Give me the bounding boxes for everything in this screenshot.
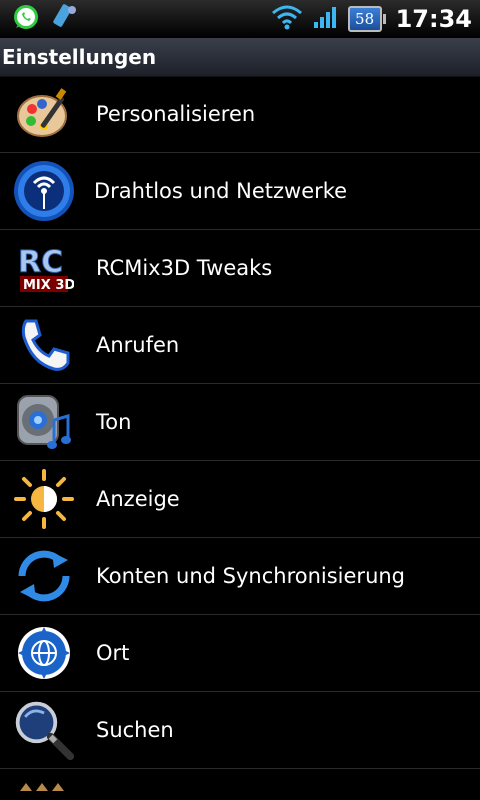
apps-icon <box>12 769 76 799</box>
phone-icon <box>12 313 76 377</box>
page-title: Einstellungen <box>2 45 157 69</box>
sync-icon <box>12 544 76 608</box>
settings-item-label: Ton <box>96 410 132 434</box>
rcmix-logo-icon: RC MIX 3D <box>12 236 76 300</box>
brightness-icon <box>12 467 76 531</box>
settings-item-ort[interactable]: Ort <box>0 615 480 692</box>
signal-icon <box>312 4 340 34</box>
status-bar: 58 17:34 <box>0 0 480 38</box>
whatsapp-icon <box>12 3 40 35</box>
location-icon <box>12 621 76 685</box>
clock: 17:34 <box>395 5 472 33</box>
settings-item-drahtlos-netzwerke[interactable]: Drahtlos und Netzwerke <box>0 153 480 230</box>
settings-list: Personalisieren Drahtlos und Netzwerke R… <box>0 76 480 799</box>
wireless-icon <box>12 159 76 223</box>
settings-item-anrufen[interactable]: Anrufen <box>0 307 480 384</box>
settings-item-label: Konten und Synchronisierung <box>96 564 406 588</box>
settings-item-ton[interactable]: Ton <box>0 384 480 461</box>
search-icon <box>12 698 76 762</box>
settings-item-personalisieren[interactable]: Personalisieren <box>0 76 480 153</box>
settings-item-label: Anrufen <box>96 333 180 357</box>
battery-icon: 58 <box>347 6 386 32</box>
settings-item-label: Anzeige <box>96 487 180 511</box>
settings-item-anzeige[interactable]: Anzeige <box>0 461 480 538</box>
settings-item-label: Drahtlos und Netzwerke <box>94 179 348 203</box>
svg-text:RC: RC <box>18 245 63 280</box>
palette-icon <box>12 82 76 146</box>
speaker-icon <box>12 390 76 454</box>
title-bar: Einstellungen <box>0 38 480 77</box>
settings-item-konten-sync[interactable]: Konten und Synchronisierung <box>0 538 480 615</box>
settings-item-rcmix3d-tweaks[interactable]: RC MIX 3D RCMix3D Tweaks <box>0 230 480 307</box>
settings-item-label: Personalisieren <box>96 102 256 126</box>
settings-item-label: RCMix3D Tweaks <box>96 256 273 280</box>
settings-item-suchen[interactable]: Suchen <box>0 692 480 769</box>
wifi-icon <box>270 4 304 34</box>
usb-debug-icon <box>50 2 80 36</box>
settings-item-label: Suchen <box>96 718 174 742</box>
settings-item-partial[interactable] <box>0 769 480 799</box>
settings-item-label: Ort <box>96 641 130 665</box>
svg-text:MIX 3D: MIX 3D <box>23 278 74 293</box>
